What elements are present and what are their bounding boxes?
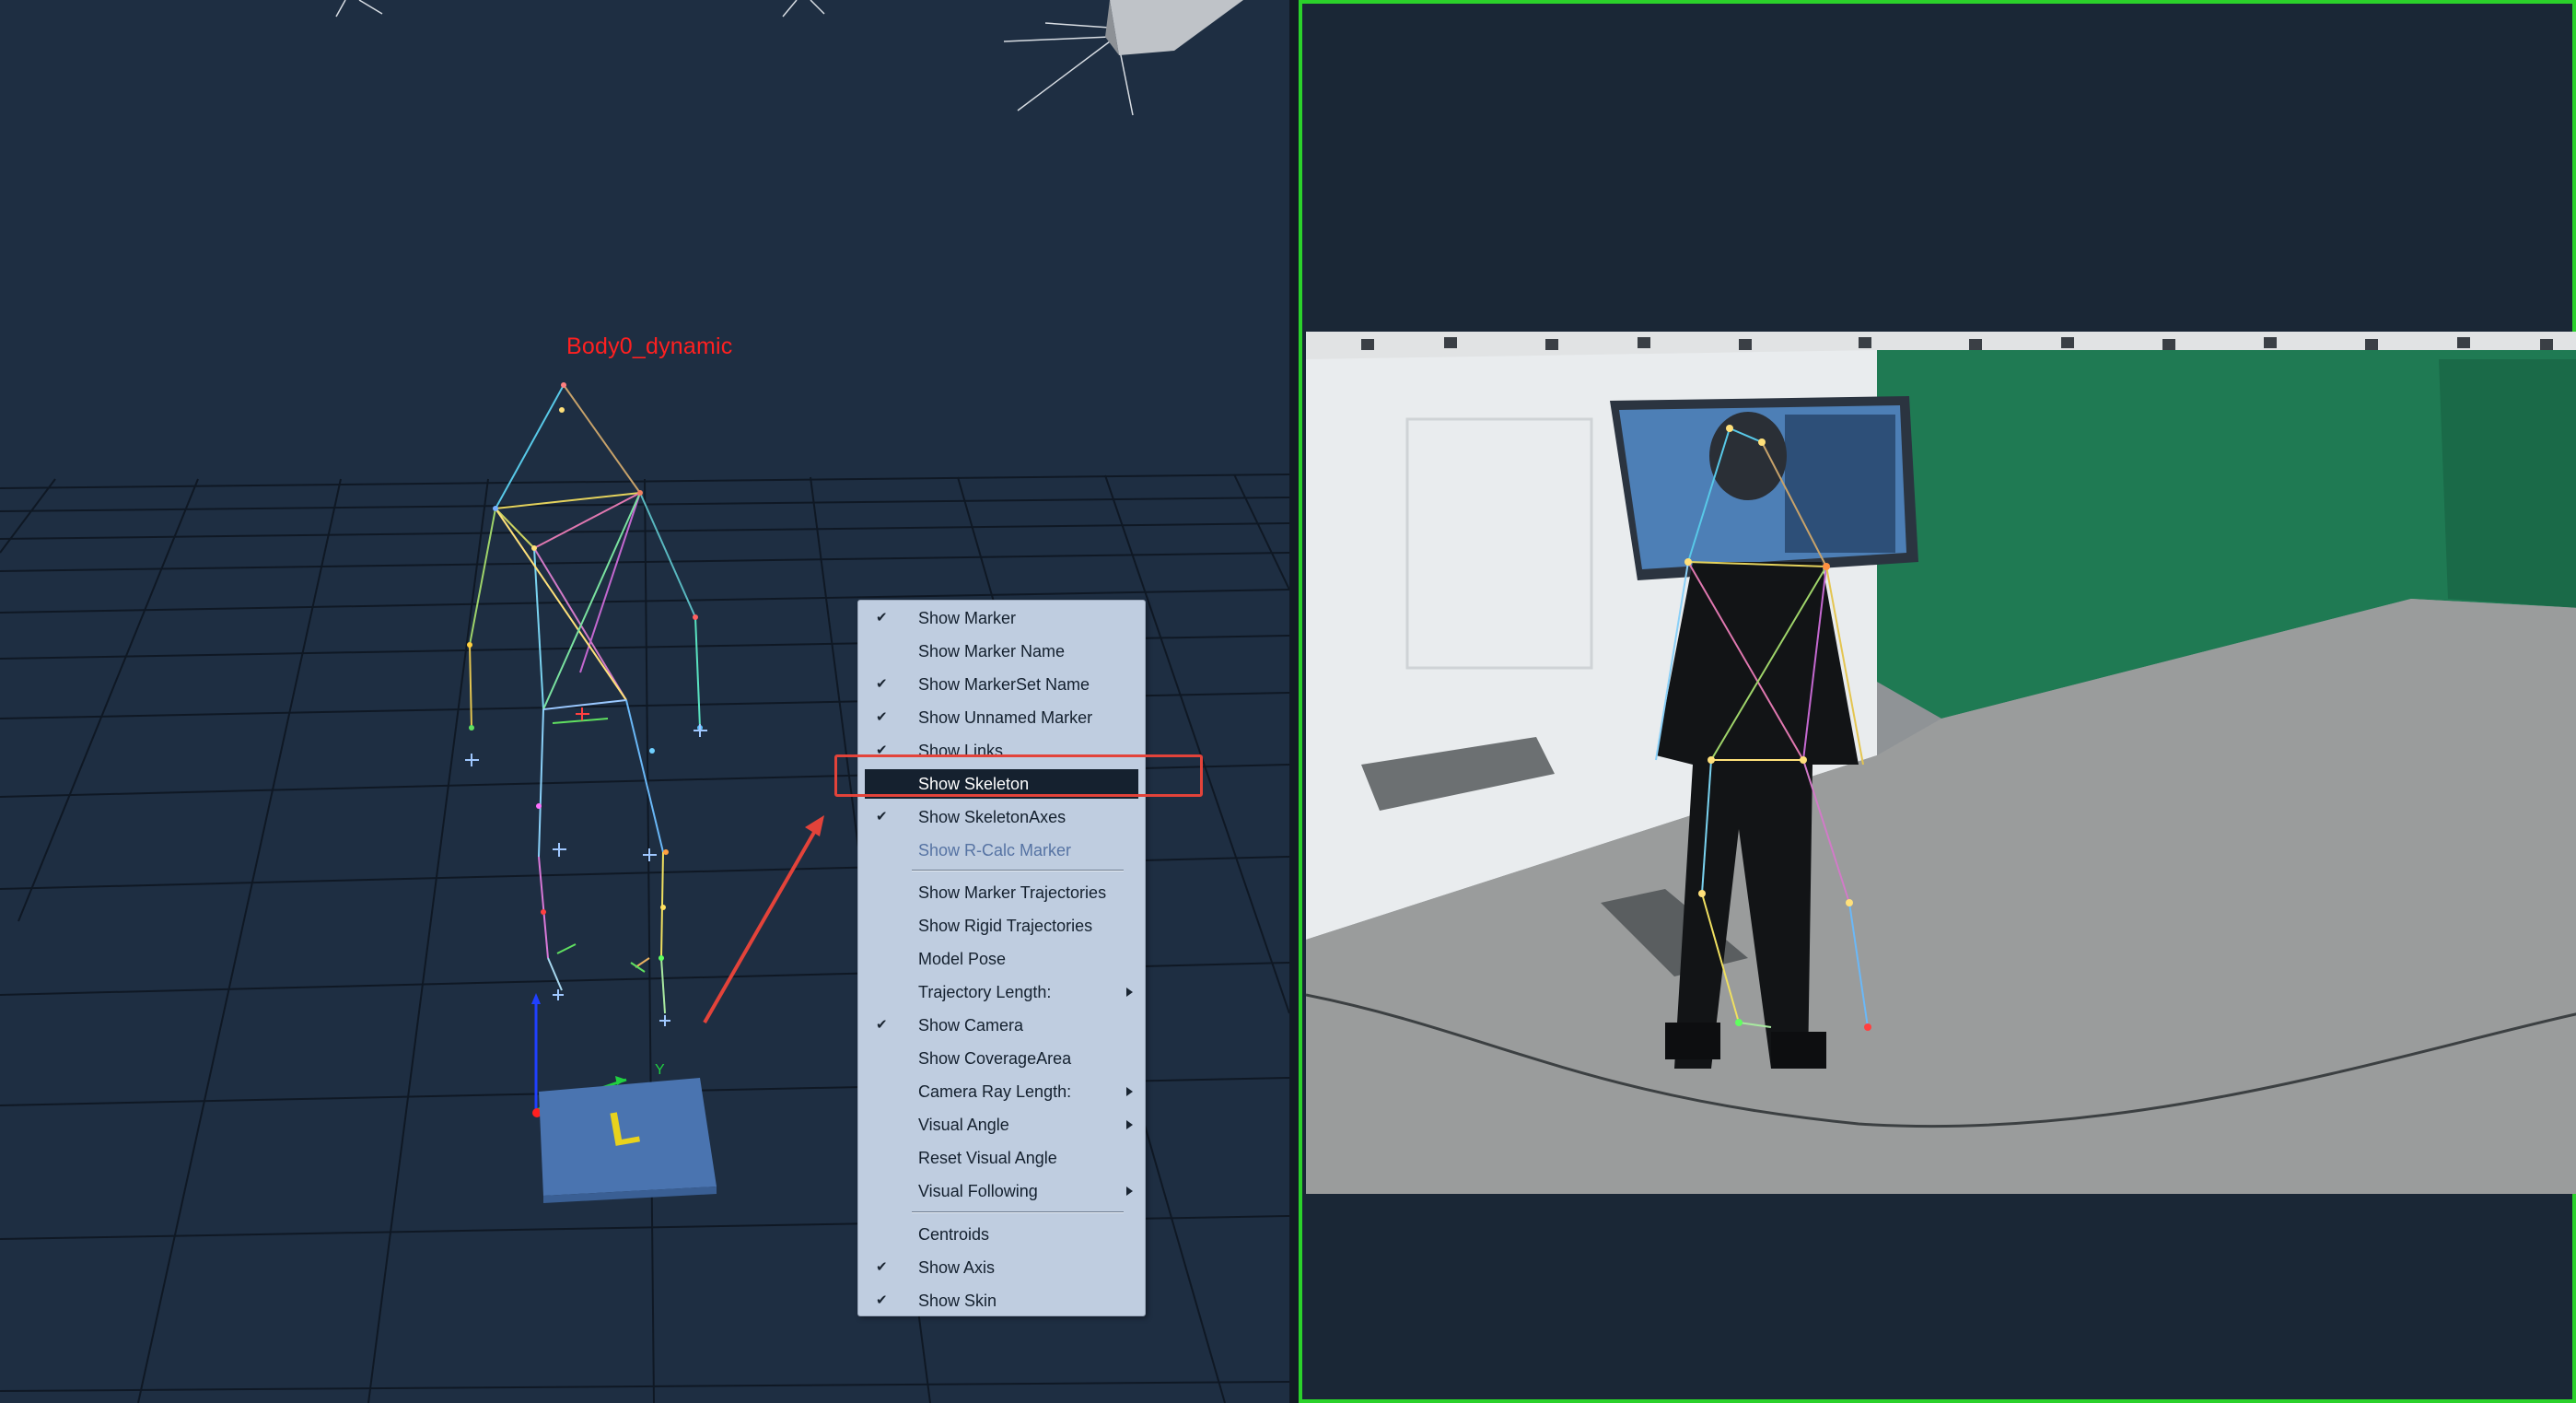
submenu-arrow-icon [1126,1120,1133,1129]
menu-item-show-rigid-trajectories[interactable]: Show Rigid Trajectories [865,911,1138,941]
check-icon: ✔ [876,1017,888,1033]
check-icon: ✔ [876,610,888,626]
annotation-highlight-box [834,754,1203,797]
menu-item-show-markerset-name[interactable]: ✔ Show MarkerSet Name [865,670,1138,699]
menu-item-centroids[interactable]: Centroids [865,1220,1138,1249]
menu-separator [912,870,1124,871]
submenu-arrow-icon [1126,988,1133,997]
pane-divider[interactable] [1289,0,1299,1403]
camera-video-frame [1306,332,2576,1194]
check-icon: ✔ [876,1259,888,1275]
camera-device [1105,0,1243,55]
check-icon: ✔ [876,676,888,692]
submenu-arrow-icon [1126,1087,1133,1096]
menu-item-show-r-calc-marker[interactable]: Show R-Calc Marker [865,836,1138,865]
annotation-arrow [703,815,824,1023]
skeleton-links [469,384,701,1014]
menu-item-show-axis[interactable]: ✔ Show Axis [865,1253,1138,1282]
menu-separator [912,1211,1124,1213]
body-name-label: Body0_dynamic [566,333,733,359]
check-icon: ✔ [876,809,888,824]
menu-item-show-marker[interactable]: ✔ Show Marker [865,603,1138,633]
camera-view-pane[interactable] [1299,0,2576,1403]
camera-rays [335,0,1134,116]
menu-item-model-pose[interactable]: Model Pose [865,944,1138,974]
menu-item-show-skeleton-axes[interactable]: ✔ Show SkeletonAxes [865,802,1138,832]
view-context-menu: ✔ Show Marker Show Marker Name ✔ Show Ma… [857,600,1146,1316]
axis-y-label: Y [655,1062,665,1078]
check-icon: ✔ [876,709,888,725]
menu-item-show-skin[interactable]: ✔ Show Skin [865,1286,1138,1315]
menu-item-show-marker-trajectories[interactable]: Show Marker Trajectories [865,878,1138,907]
menu-item-reset-visual-angle[interactable]: Reset Visual Angle [865,1143,1138,1173]
menu-item-camera-ray-length[interactable]: Camera Ray Length: [865,1077,1138,1106]
menu-item-visual-angle[interactable]: Visual Angle [865,1110,1138,1140]
menu-item-trajectory-length[interactable]: Trajectory Length: [865,977,1138,1007]
check-icon: ✔ [876,1292,888,1308]
menu-item-show-marker-name[interactable]: Show Marker Name [865,637,1138,666]
menu-item-visual-following[interactable]: Visual Following [865,1176,1138,1206]
menu-item-show-camera[interactable]: ✔ Show Camera [865,1011,1138,1040]
menu-item-show-coverage-area[interactable]: Show CoverageArea [865,1044,1138,1073]
submenu-arrow-icon [1126,1187,1133,1196]
camera-image [1306,332,2576,1194]
menu-item-show-unnamed-marker[interactable]: ✔ Show Unnamed Marker [865,703,1138,732]
